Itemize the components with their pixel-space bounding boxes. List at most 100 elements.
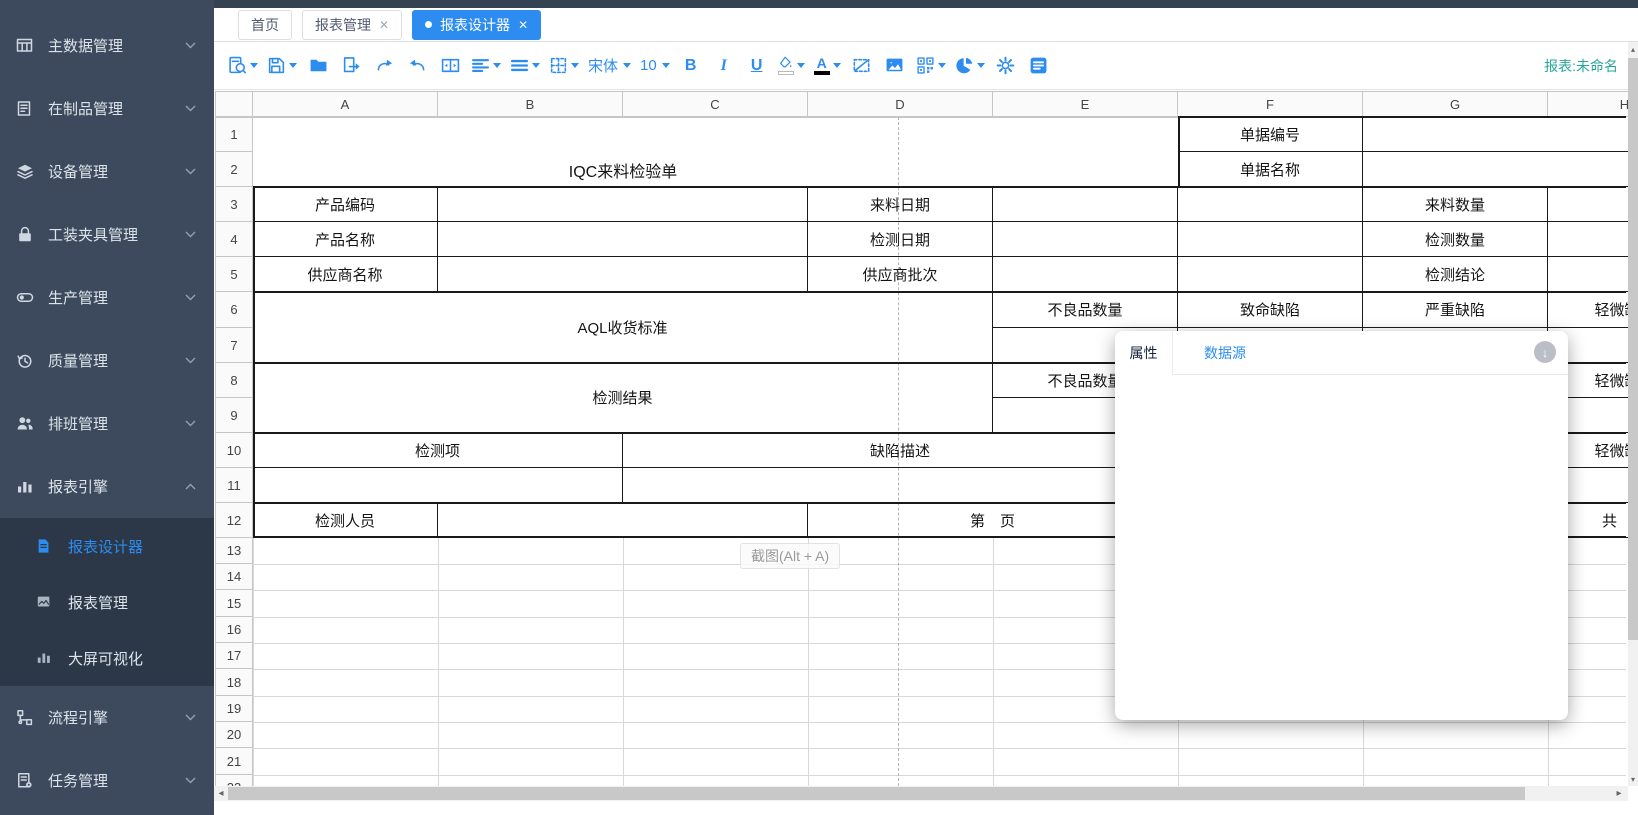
vertical-scrollbar[interactable]: ▴ ▾ <box>1628 42 1638 786</box>
cell-b3c3[interactable] <box>438 187 808 222</box>
row-header-8[interactable]: 8 <box>215 363 253 398</box>
column-header-F[interactable]: F <box>1178 91 1363 117</box>
row-header-12[interactable]: 12 <box>215 503 253 538</box>
sidebar-item-users[interactable]: 排班管理 <box>0 392 214 455</box>
row-header-13[interactable]: 13 <box>215 538 253 564</box>
row-header-21[interactable]: 21 <box>215 748 253 775</box>
column-header-D[interactable]: D <box>808 91 993 117</box>
row-header-19[interactable]: 19 <box>215 696 253 722</box>
cell-c11e11[interactable] <box>623 468 1178 503</box>
sidebar-item-table[interactable]: 主数据管理 <box>0 14 214 77</box>
row-header-20[interactable]: 20 <box>215 722 253 748</box>
sidebar-item-task[interactable]: 任务管理 <box>0 749 214 812</box>
tab-datasource[interactable]: 数据源 <box>1190 331 1260 375</box>
cell-a5[interactable]: 供应商名称 <box>253 257 438 292</box>
cell-g4[interactable]: 检测数量 <box>1363 222 1548 257</box>
row-header-15[interactable]: 15 <box>215 590 253 617</box>
cell-d4[interactable]: 检测日期 <box>808 222 993 257</box>
row-header-18[interactable]: 18 <box>215 669 253 696</box>
cell-f3[interactable] <box>1178 187 1363 222</box>
save-button[interactable] <box>267 51 297 81</box>
underline-button[interactable]: U <box>745 51 769 81</box>
row-header-1[interactable]: 1 <box>215 117 253 152</box>
cell-result[interactable]: 检测结果 <box>253 363 993 433</box>
close-icon[interactable]: ✕ <box>518 19 528 31</box>
sidebar-item-lock[interactable]: 工装夹具管理 <box>0 203 214 266</box>
scroll-left-icon[interactable]: ◂ <box>214 786 228 801</box>
export-button[interactable] <box>339 51 363 81</box>
cell-h5[interactable] <box>1548 257 1628 292</box>
cell-a3[interactable]: 产品编码 <box>253 187 438 222</box>
tab-properties[interactable]: 属性 <box>1115 331 1173 375</box>
tab-home[interactable]: 首页 <box>238 10 292 40</box>
sidebar-item-flow[interactable]: 流程引擎 <box>0 686 214 749</box>
sidebar-item-barchart[interactable]: 报表引擎 <box>0 455 214 518</box>
cell-f6[interactable]: 致命缺陷 <box>1178 292 1363 328</box>
bold-button[interactable]: B <box>679 51 703 81</box>
cell-aql[interactable]: AQL收货标准 <box>253 292 993 363</box>
row-header-11[interactable]: 11 <box>215 468 253 503</box>
row-header-4[interactable]: 4 <box>215 222 253 257</box>
scroll-up-icon[interactable]: ▴ <box>1628 42 1638 56</box>
cell-f5[interactable] <box>1178 257 1363 292</box>
redo-button[interactable] <box>372 51 396 81</box>
font-family-select[interactable]: 宋体 <box>588 55 631 76</box>
cell-f1[interactable]: 单据编号 <box>1178 117 1363 152</box>
row-header-22[interactable]: 22 <box>215 775 253 786</box>
cell-g5[interactable]: 检测结论 <box>1363 257 1548 292</box>
row-header-9[interactable]: 9 <box>215 398 253 433</box>
sidebar-item-toggle[interactable]: 生产管理 <box>0 266 214 329</box>
font-color-button[interactable]: A <box>814 51 841 81</box>
column-header-G[interactable]: G <box>1363 91 1548 117</box>
cell-e6[interactable]: 不良品数量 <box>993 292 1178 328</box>
cell-g1h1[interactable] <box>1363 117 1628 152</box>
cell-items[interactable]: 检测项 <box>253 433 623 468</box>
tab-report-management[interactable]: 报表管理✕ <box>302 10 402 40</box>
cell-e3[interactable] <box>993 187 1178 222</box>
cell-b5c5[interactable] <box>438 257 808 292</box>
cell-b12c12[interactable] <box>438 503 808 538</box>
row-header-14[interactable]: 14 <box>215 564 253 590</box>
cell-b4c4[interactable] <box>438 222 808 257</box>
column-header-H[interactable]: H <box>1548 91 1628 117</box>
row-header-7[interactable]: 7 <box>215 328 253 363</box>
qrcode-button[interactable] <box>916 51 946 81</box>
sidebar-item-wip[interactable]: 在制品管理 <box>0 77 214 140</box>
undo-button[interactable] <box>405 51 429 81</box>
row-header-2[interactable]: 2 <box>215 152 253 187</box>
sidebar-subitem-doc[interactable]: 报表设计器 <box>0 518 214 574</box>
open-button[interactable] <box>306 51 330 81</box>
column-header-C[interactable]: C <box>623 91 808 117</box>
cell-h4[interactable] <box>1548 222 1628 257</box>
tab-report-designer[interactable]: 报表设计器✕ <box>412 10 541 40</box>
settings-button[interactable] <box>994 51 1018 81</box>
image-button[interactable] <box>883 51 907 81</box>
close-icon[interactable]: ✕ <box>379 19 389 31</box>
select-all-corner[interactable] <box>215 91 253 117</box>
sidebar-item-history[interactable]: 质量管理 <box>0 329 214 392</box>
horizontal-scrollbar[interactable]: ◂ ▸ <box>214 786 1628 801</box>
row-header-6[interactable]: 6 <box>215 292 253 328</box>
row-header-17[interactable]: 17 <box>215 643 253 669</box>
column-header-E[interactable]: E <box>993 91 1178 117</box>
cell-d3[interactable]: 来料日期 <box>808 187 993 222</box>
cell-e4[interactable] <box>993 222 1178 257</box>
clear-cell-button[interactable] <box>850 51 874 81</box>
cell-a4[interactable]: 产品名称 <box>253 222 438 257</box>
row-header-16[interactable]: 16 <box>215 617 253 643</box>
preview-button[interactable] <box>228 51 258 81</box>
borders-button[interactable] <box>549 51 579 81</box>
vertical-scroll-thumb[interactable] <box>1628 58 1638 640</box>
sidebar-item-layers[interactable]: 设备管理 <box>0 140 214 203</box>
horizontal-scroll-thumb[interactable] <box>228 787 1525 800</box>
align-button[interactable] <box>471 51 501 81</box>
sidebar-subitem-barchart[interactable]: 大屏可视化 <box>0 630 214 686</box>
cell-d5[interactable]: 供应商批次 <box>808 257 993 292</box>
form-button[interactable] <box>1027 51 1051 81</box>
scroll-down-icon[interactable]: ▾ <box>1628 772 1638 786</box>
cell-f4[interactable] <box>1178 222 1363 257</box>
chart-button[interactable] <box>955 51 985 81</box>
cell-g6[interactable]: 严重缺陷 <box>1363 292 1548 328</box>
cell-h3[interactable] <box>1548 187 1628 222</box>
column-header-B[interactable]: B <box>438 91 623 117</box>
